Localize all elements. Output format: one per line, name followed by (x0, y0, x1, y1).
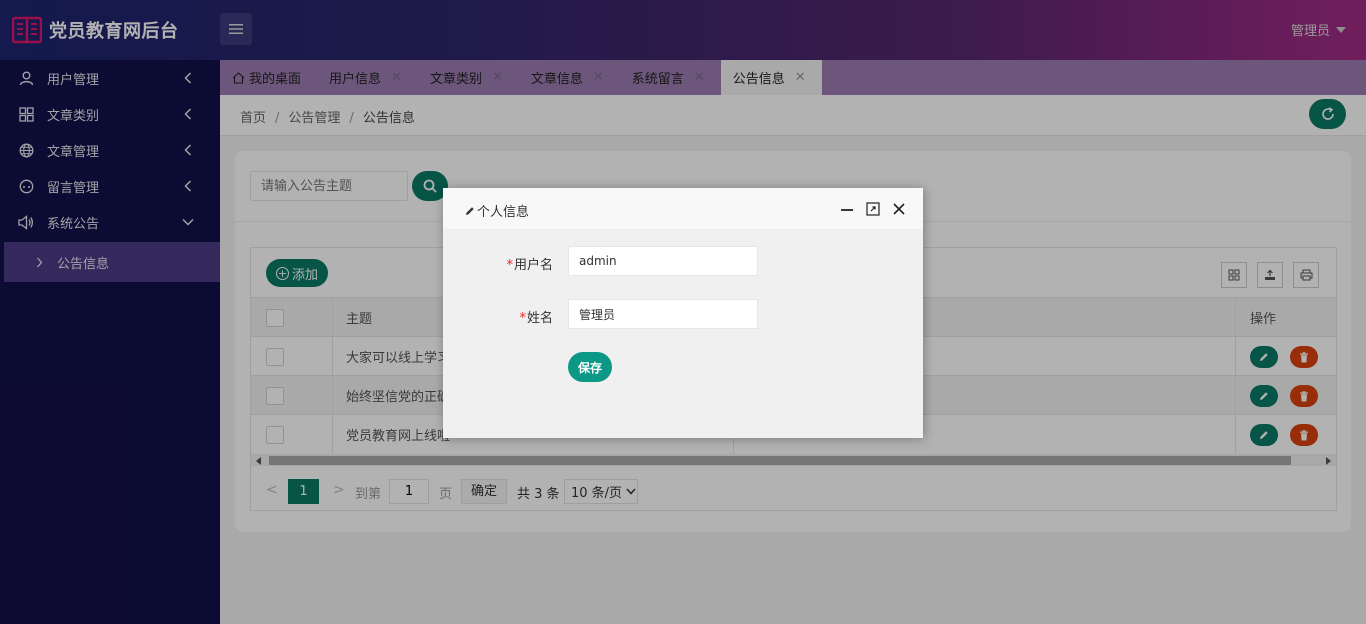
required-mark: * (519, 311, 526, 326)
maximize-button[interactable] (865, 201, 881, 217)
form-row-username: *用户名 (443, 246, 923, 276)
save-button[interactable]: 保存 (568, 352, 612, 382)
name-input[interactable] (568, 299, 758, 329)
maximize-icon (866, 202, 880, 216)
modal-title-text: 个人信息 (477, 205, 530, 220)
username-label: *用户名 (506, 254, 553, 273)
name-label-text: 姓名 (526, 311, 553, 326)
modal-title: 个人信息 (465, 201, 529, 220)
form-row-name: *姓名 (443, 299, 923, 329)
minimize-icon (841, 209, 853, 211)
required-mark: * (506, 258, 513, 273)
name-label: *姓名 (519, 307, 553, 326)
pencil-icon (466, 206, 474, 215)
username-label-text: 用户名 (513, 258, 553, 273)
minimize-button[interactable] (839, 201, 855, 217)
close-icon (893, 203, 905, 215)
close-button[interactable] (891, 201, 907, 217)
profile-modal: 个人信息 *用户名 *姓名 保存 (443, 188, 923, 438)
modal-header: 个人信息 (443, 188, 923, 230)
username-input[interactable] (568, 246, 758, 276)
